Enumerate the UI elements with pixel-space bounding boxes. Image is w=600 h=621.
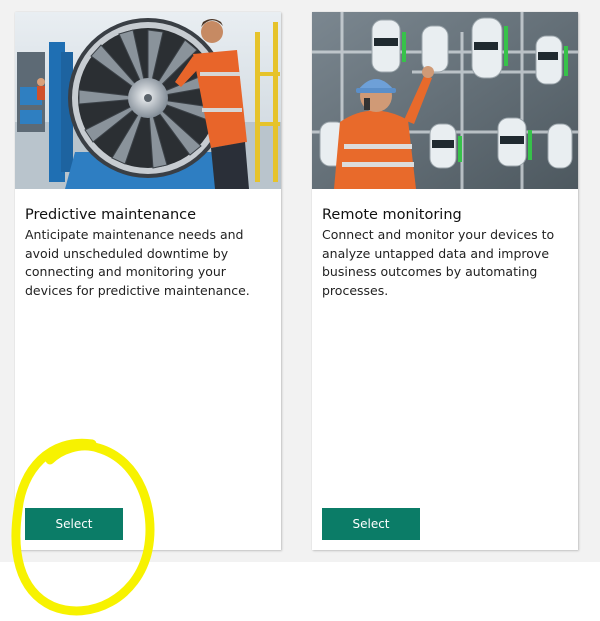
card-description: Anticipate maintenance needs and avoid u… — [25, 227, 250, 298]
solution-card-remote-monitoring: Remote monitoring Connect and monitor yo… — [312, 12, 578, 550]
remote-monitoring-image — [312, 12, 578, 189]
card-title: Predictive maintenance — [25, 207, 197, 223]
select-remote-monitoring-button[interactable]: Select — [322, 508, 420, 540]
card-description: Connect and monitor your devices to anal… — [322, 227, 555, 298]
select-predictive-maintenance-button[interactable]: Select — [25, 508, 123, 540]
card-title: Remote monitoring — [322, 207, 462, 223]
predictive-maintenance-image — [15, 12, 281, 189]
page-bottom-area — [0, 562, 600, 621]
solution-card-predictive-maintenance: Predictive maintenance Anticipate mainte… — [15, 12, 281, 550]
